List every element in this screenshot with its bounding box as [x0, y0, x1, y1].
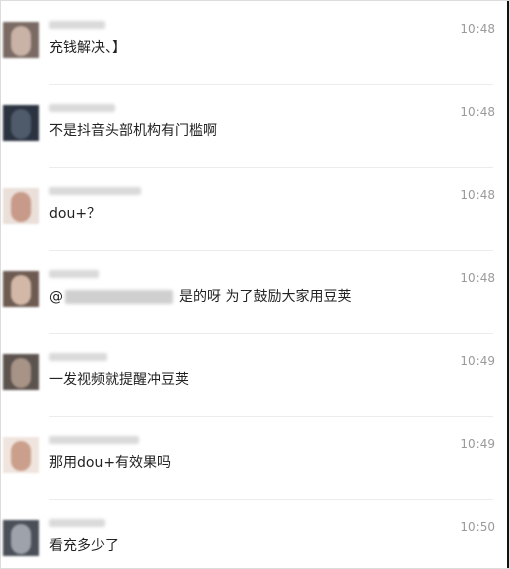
mention-at-sign: @: [49, 289, 63, 305]
message-text: 一发视频就提醒冲豆荚: [49, 372, 189, 388]
blurred-mention-name: [65, 290, 173, 304]
blurred-sender-name: [49, 436, 139, 444]
chat-message: 充钱解决、】 10:48: [1, 1, 501, 84]
message-text: 不是抖音头部机构有门槛啊: [49, 123, 217, 139]
blurred-sender-name: [49, 21, 105, 29]
avatar[interactable]: [3, 22, 39, 58]
avatar[interactable]: [3, 354, 39, 390]
chat-message: @ 是的呀 为了鼓励大家用豆荚 10:48: [1, 250, 501, 333]
chat-message: 不是抖音头部机构有门槛啊 10:48: [1, 84, 501, 167]
avatar[interactable]: [3, 105, 39, 141]
chat-message: 那用dou+有效果吗 10:49: [1, 416, 501, 499]
avatar[interactable]: [3, 188, 39, 224]
blurred-sender-name: [49, 270, 99, 278]
message-time: 10:49: [460, 437, 495, 451]
message-time: 10:48: [460, 188, 495, 202]
chat-message: dou+？ 10:48: [1, 167, 501, 250]
blurred-sender-name: [49, 353, 107, 361]
message-text: 看充多少了: [49, 538, 119, 554]
message-time: 10:48: [460, 105, 495, 119]
avatar[interactable]: [3, 271, 39, 307]
avatar[interactable]: [3, 437, 39, 473]
message-text: 那用dou+有效果吗: [49, 455, 172, 471]
message-text: 充钱解决、】: [49, 40, 126, 56]
blurred-sender-name: [49, 104, 115, 112]
message-time: 10:48: [460, 271, 495, 285]
message-time: 10:50: [460, 520, 495, 534]
message-text: @ 是的呀 为了鼓励大家用豆荚: [49, 286, 351, 306]
blurred-sender-name: [49, 187, 141, 195]
chat-message: 一发视频就提醒冲豆荚 10:49: [1, 333, 501, 416]
blurred-sender-name: [49, 519, 105, 527]
message-text: dou+？: [49, 206, 102, 222]
chat-message-list: 充钱解决、】 10:48 不是抖音头部机构有门槛啊 10:48 dou+？ 10…: [0, 0, 510, 569]
message-time: 10:49: [460, 354, 495, 368]
avatar[interactable]: [3, 520, 39, 556]
message-time: 10:48: [460, 22, 495, 36]
message-text-body: 是的呀 为了鼓励大家用豆荚: [179, 289, 352, 305]
right-border: [507, 1, 509, 568]
chat-message: 看充多少了 10:50: [1, 499, 501, 568]
